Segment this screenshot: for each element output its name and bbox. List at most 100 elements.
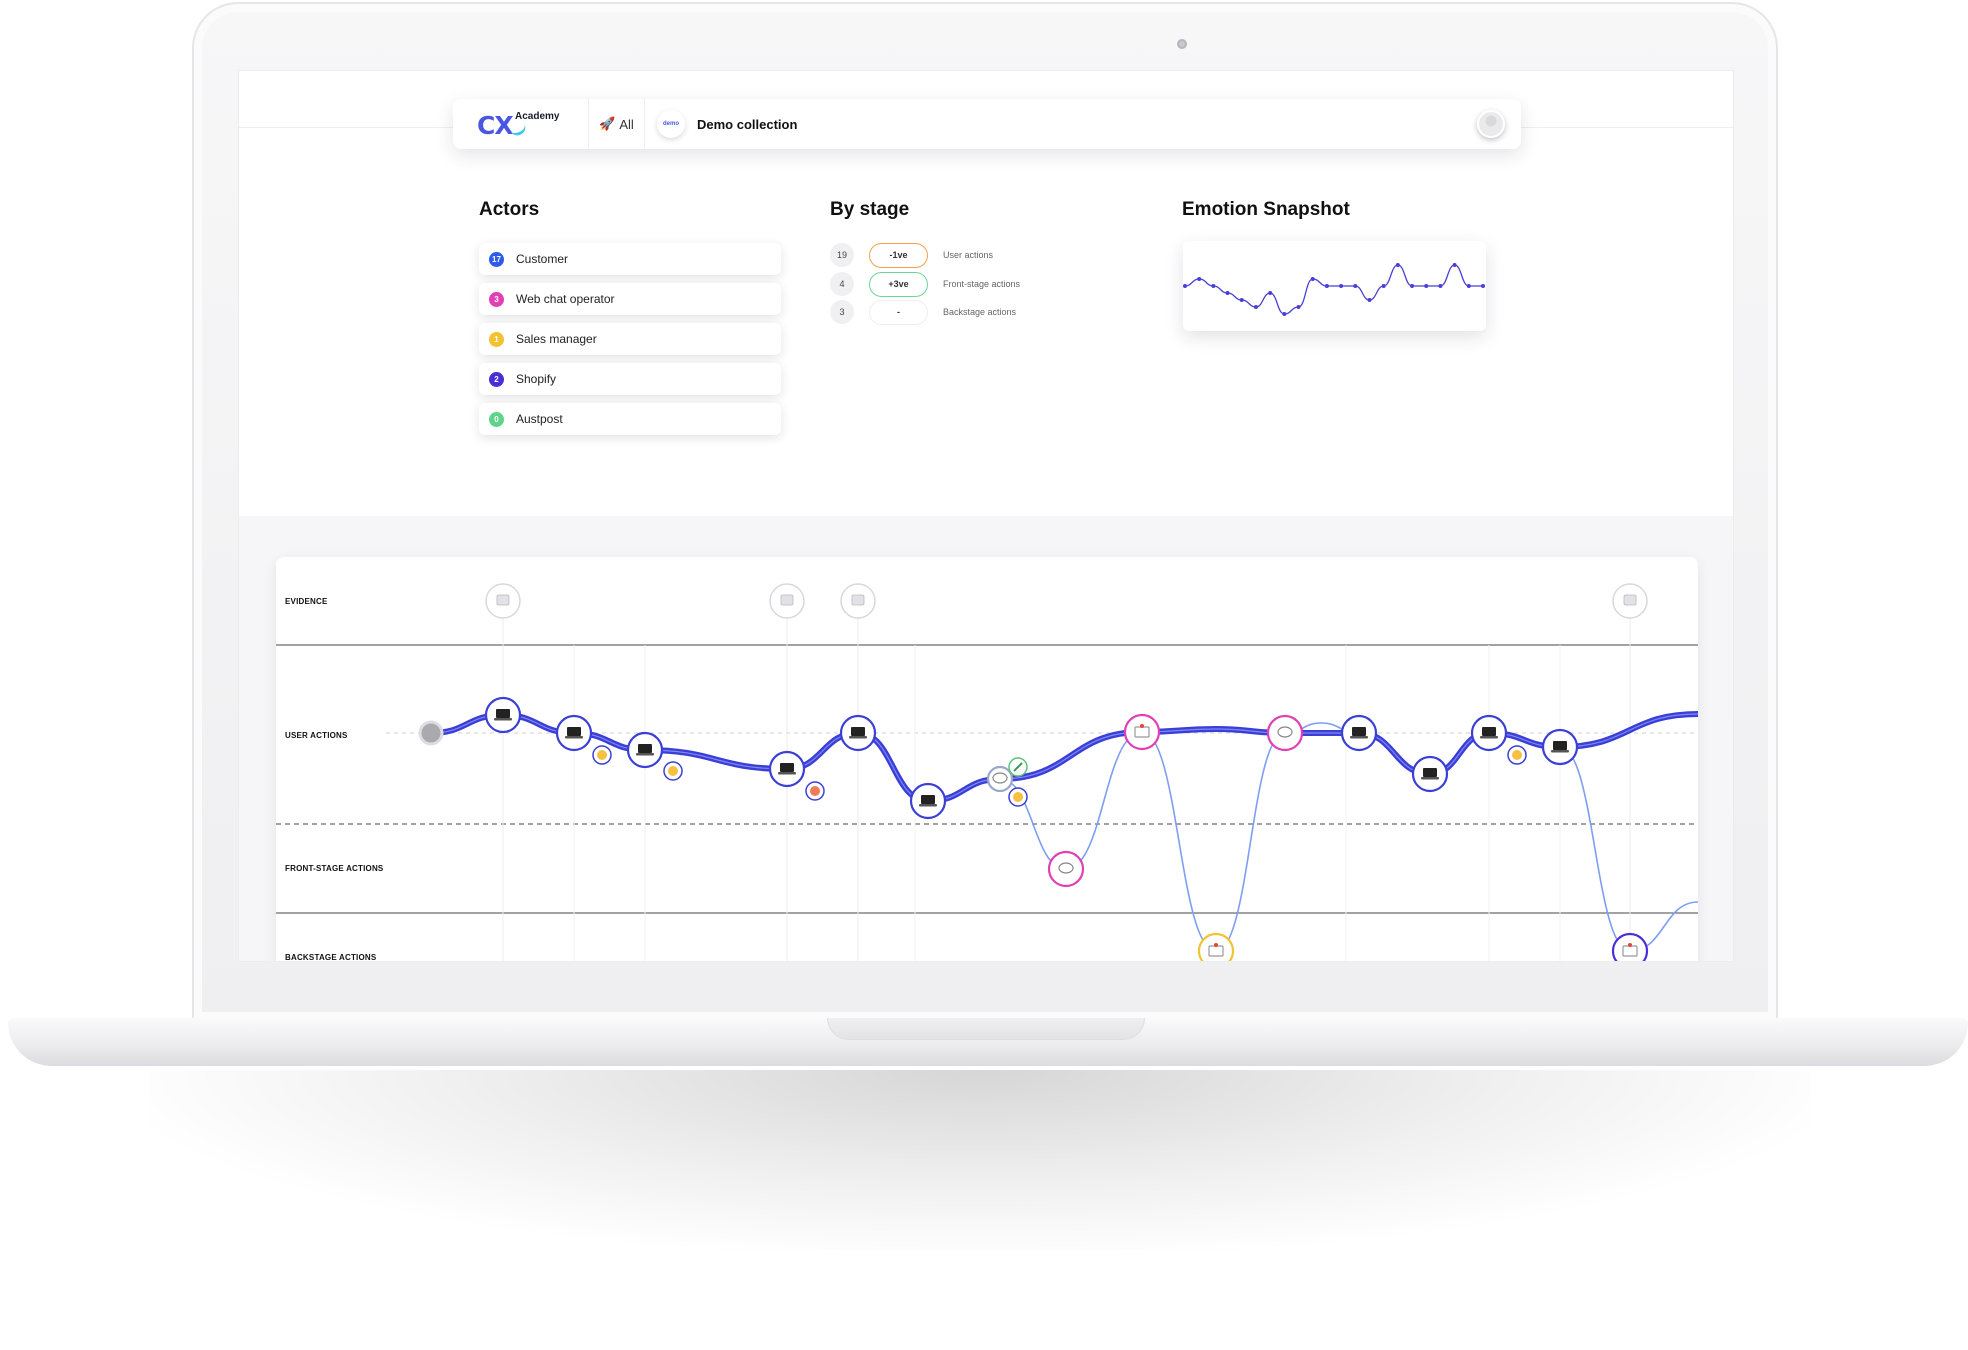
- stage-count-badge: 19: [830, 243, 854, 267]
- app-header: CX Academy 🚀 All demo Demo collection: [453, 99, 1521, 149]
- sparkline-point: [1367, 298, 1372, 302]
- mail-icon: [1208, 945, 1224, 957]
- laptop-icon-base: [494, 718, 512, 721]
- laptop-icon-base: [1421, 777, 1439, 780]
- stage-sentiment-pill: -1ve: [869, 242, 928, 268]
- neutral-emoji-icon-face: [1512, 750, 1522, 760]
- stage-sentiment-pill: -: [869, 299, 928, 325]
- stage-row[interactable]: 19 -1ve User actions: [830, 242, 994, 268]
- laptop-notch: [827, 1018, 1145, 1040]
- chat-icon: [992, 772, 1008, 784]
- laptop-icon: [1352, 727, 1366, 736]
- rocket-icon: 🚀: [599, 116, 616, 131]
- laptop-icon-base: [565, 736, 583, 739]
- user-avatar-icon[interactable]: [1477, 110, 1505, 138]
- actor-row[interactable]: 3 Web chat operator: [479, 283, 781, 315]
- actor-name: Web chat operator: [516, 292, 615, 306]
- sparkline-point: [1253, 305, 1258, 309]
- chat-icon: [1058, 862, 1074, 874]
- sparkline-point: [1353, 284, 1358, 288]
- laptop-icon-base: [636, 753, 654, 756]
- love-emoji-icon-face: [810, 786, 820, 796]
- sparkline-point: [1466, 284, 1471, 288]
- laptop-frame: CX Academy 🚀 All demo Demo collection Ac…: [0, 0, 1968, 1350]
- laptop-icon: [496, 709, 510, 718]
- actor-name: Customer: [516, 252, 569, 266]
- sparkline-point: [1183, 284, 1187, 288]
- actor-row[interactable]: 1 Sales manager: [479, 323, 781, 355]
- actor-name: Austpost: [516, 412, 563, 426]
- cx-academy-logo[interactable]: CX Academy: [453, 99, 589, 149]
- laptop-icon-base: [1551, 750, 1569, 753]
- sparkline-point: [1282, 312, 1287, 316]
- sparkline-point: [1324, 284, 1329, 288]
- collection-name[interactable]: Demo collection: [697, 117, 797, 132]
- sparkline-point: [1481, 284, 1485, 288]
- filter-all-button[interactable]: 🚀 All: [589, 99, 645, 149]
- laptop-icon: [851, 727, 865, 736]
- journey-start-node: [418, 720, 444, 746]
- laptop-icon: [1423, 768, 1437, 777]
- stage-label: User actions: [943, 250, 994, 260]
- sparkline-point: [1410, 284, 1415, 288]
- journey-graph: [276, 583, 1698, 961]
- sparkline-point: [1197, 277, 1202, 281]
- stage-sentiment-pill: +3ve: [869, 271, 928, 297]
- laptop-icon: [1553, 741, 1567, 750]
- actor-count-badge: 2: [489, 371, 504, 387]
- actor-name: Sales manager: [516, 332, 597, 346]
- chat-icon: [1277, 726, 1293, 738]
- collection-badge[interactable]: demo: [657, 110, 685, 138]
- document-icon: [1623, 594, 1637, 606]
- emotion-sparkline: [1183, 263, 1485, 316]
- sparkline-point: [1310, 277, 1315, 281]
- sparkline-point: [1452, 263, 1457, 267]
- by-stage-title: By stage: [830, 199, 910, 220]
- stage-row[interactable]: 4 +3ve Front-stage actions: [830, 271, 1021, 297]
- sparkline-point: [1239, 298, 1244, 302]
- sparkline-point: [1395, 263, 1400, 267]
- document-icon: [851, 594, 865, 606]
- sparkline-point: [1381, 284, 1386, 288]
- laptop-icon: [638, 744, 652, 753]
- laptop-icon-base: [919, 804, 937, 807]
- stage-label: Backstage actions: [943, 307, 1017, 317]
- app-screen: CX Academy 🚀 All demo Demo collection Ac…: [238, 70, 1734, 962]
- mail-icon-pin: [1214, 943, 1218, 947]
- filter-all-label: All: [619, 116, 634, 132]
- sparkline-point: [1268, 291, 1273, 295]
- document-icon: [780, 594, 794, 606]
- laptop-icon: [780, 763, 794, 772]
- actors-title: Actors: [479, 199, 540, 220]
- laptop-icon-base: [1480, 736, 1498, 739]
- actor-row[interactable]: 0 Austpost: [479, 403, 781, 435]
- mail-icon-pin: [1628, 943, 1632, 947]
- stage-label: Front-stage actions: [943, 279, 1021, 289]
- stage-row[interactable]: 3- Backstage actions: [830, 299, 1017, 325]
- sparkline-path: [1184, 264, 1483, 315]
- actor-count-badge: 0: [489, 411, 504, 427]
- emotion-snapshot-card[interactable]: [1183, 241, 1486, 331]
- sparkline-point: [1339, 284, 1344, 288]
- sparkline-point: [1296, 305, 1301, 309]
- stage-count-badge: 3: [830, 300, 854, 324]
- laptop-icon: [1482, 727, 1496, 736]
- actor-count-badge: 3: [489, 291, 504, 307]
- laptop-icon: [567, 727, 581, 736]
- actor-row[interactable]: 2 Shopify: [479, 363, 781, 395]
- mail-icon-pin: [1140, 724, 1144, 728]
- laptop-shadow: [150, 1070, 1810, 1250]
- sparkline-point: [1438, 284, 1443, 288]
- neutral-emoji-icon-face: [1013, 792, 1023, 802]
- neutral-emoji-icon-face: [668, 766, 678, 776]
- neutral-emoji-icon-face: [597, 750, 607, 760]
- logo-mark: CX: [477, 111, 514, 140]
- laptop-icon-base: [849, 736, 867, 739]
- laptop-icon: [921, 795, 935, 804]
- actor-count-badge: 17: [489, 251, 504, 267]
- logo-subtitle: Academy: [515, 111, 560, 122]
- actor-row[interactable]: 17 Customer: [479, 243, 781, 275]
- actor-count-badge: 1: [489, 331, 504, 347]
- sparkline-point: [1225, 291, 1230, 295]
- laptop-icon-base: [778, 772, 796, 775]
